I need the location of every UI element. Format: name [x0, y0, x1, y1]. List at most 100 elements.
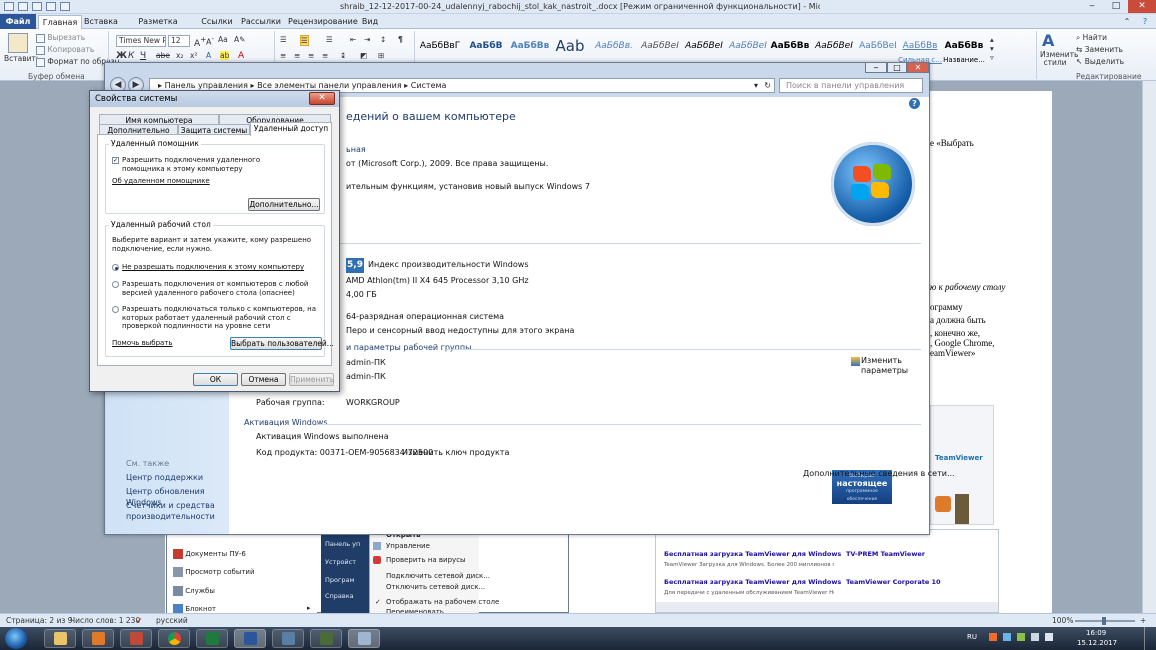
tab-insert[interactable]: Вставка: [84, 15, 118, 29]
rdp-option-radio[interactable]: [112, 306, 119, 313]
change-styles-button[interactable]: Изменить стили: [1040, 51, 1078, 67]
taskbar-control-panel[interactable]: [348, 629, 380, 648]
assist-checkbox-label[interactable]: Разрешить подключения удаленного помощни…: [122, 156, 302, 173]
breadcrumb-item[interactable]: Все элементы панели управления: [257, 81, 402, 90]
clock-time[interactable]: 16:09: [1086, 629, 1106, 637]
save-icon[interactable]: [18, 2, 28, 11]
taskbar-excel[interactable]: [196, 629, 228, 648]
maximize-button[interactable]: □: [1104, 0, 1128, 13]
replace-button[interactable]: ⇆ Заменить: [1076, 45, 1123, 54]
select-button[interactable]: ↖ Выделить: [1076, 57, 1124, 66]
page-count[interactable]: Страница: 2 из 9: [6, 614, 73, 627]
help-icon[interactable]: ?: [1138, 15, 1152, 29]
align-right-icon[interactable]: ≡: [308, 51, 314, 60]
zoom-slider-thumb[interactable]: [1102, 617, 1106, 625]
network-icon[interactable]: [1031, 633, 1039, 641]
breadcrumb-item[interactable]: Система: [411, 81, 447, 90]
change-settings-link[interactable]: Изменить параметры: [861, 356, 913, 376]
cancel-button[interactable]: Отмена: [241, 373, 286, 386]
show-marks-icon[interactable]: ¶: [398, 35, 403, 44]
zoom-in-icon[interactable]: +: [1140, 614, 1146, 627]
taskbar-app[interactable]: [120, 629, 152, 648]
taskbar-explorer[interactable]: [44, 629, 76, 648]
performance-index-link[interactable]: Индекс производительности Windows: [368, 260, 528, 269]
tab-page-layout[interactable]: Разметка страницы: [122, 15, 194, 39]
about-assistance-link[interactable]: Об удаленном помощнике: [112, 177, 210, 186]
tray-app-icon[interactable]: [989, 633, 997, 641]
numbering-icon[interactable]: ☰: [300, 35, 309, 46]
bullets-icon[interactable]: ☰: [280, 35, 287, 44]
help-choose-link[interactable]: Помочь выбрать: [112, 339, 173, 348]
tab-review[interactable]: Рецензирование: [288, 15, 358, 29]
justify-icon[interactable]: ≡: [322, 51, 328, 60]
clear-format-icon[interactable]: A✎: [234, 35, 245, 44]
tab-mailings[interactable]: Рассылки: [240, 15, 282, 29]
start-menu-link[interactable]: Справка: [325, 592, 354, 600]
help-icon[interactable]: ?: [909, 98, 920, 109]
volume-icon[interactable]: [1045, 633, 1053, 641]
font-name-select[interactable]: Times New Rc: [116, 35, 166, 47]
vertical-scrollbar[interactable]: [1142, 81, 1156, 613]
breadcrumb-item[interactable]: Панель управления: [165, 81, 248, 90]
font-color-icon[interactable]: A: [238, 51, 244, 61]
cut-button[interactable]: Вырезать: [36, 33, 85, 43]
taskbar-java[interactable]: [272, 629, 304, 648]
minimize-ribbon-icon[interactable]: ⌃: [1120, 15, 1134, 29]
explorer-maximize-button[interactable]: □: [887, 62, 907, 73]
rdp-option-label[interactable]: Не разрешать подключения к этому компьют…: [122, 263, 317, 272]
show-desktop-button[interactable]: [1144, 627, 1156, 650]
grow-font-icon[interactable]: A+: [194, 35, 206, 49]
start-menu-item[interactable]: Документы ПУ-6: [173, 549, 246, 559]
more-info-link[interactable]: Дополнительные сведения в сети...: [803, 469, 955, 478]
rdp-option-label[interactable]: Разрешать подключаться только с компьюте…: [122, 305, 317, 331]
context-item-disconnect-drive[interactable]: Отключить сетевой диск...: [386, 583, 485, 591]
dropdown-icon[interactable]: ▾: [754, 79, 758, 92]
increase-indent-icon[interactable]: ⇥: [364, 35, 370, 44]
shading-icon[interactable]: ◩: [360, 51, 367, 60]
font-size-select[interactable]: 12: [168, 35, 190, 47]
start-button[interactable]: [5, 628, 27, 649]
zoom-level[interactable]: 100%: [1052, 614, 1073, 627]
proofing-icon[interactable]: ✔: [136, 614, 142, 627]
copy-button[interactable]: Копировать: [36, 45, 94, 55]
rdp-option-radio[interactable]: [112, 281, 119, 288]
select-users-button[interactable]: Выбрать пользователей...: [230, 337, 334, 350]
context-item-show-desktop[interactable]: Отображать на рабочем столе: [386, 598, 499, 606]
paste-icon[interactable]: [8, 33, 28, 53]
apply-button[interactable]: Применить: [289, 373, 334, 386]
tray-app-icon[interactable]: [1003, 633, 1011, 641]
taskbar-media-player[interactable]: [82, 629, 114, 648]
undo-icon[interactable]: [32, 2, 42, 11]
taskbar-word[interactable]: [234, 629, 266, 648]
tab-references[interactable]: Ссылки: [200, 15, 234, 29]
advanced-button[interactable]: Дополнительно...: [248, 198, 320, 211]
word-app-icon[interactable]: [4, 2, 14, 11]
line-spacing-icon[interactable]: ↨: [340, 51, 346, 60]
explorer-minimize-button[interactable]: ‒: [865, 62, 887, 73]
underline-icon[interactable]: Ч: [140, 51, 146, 61]
styles-scroll-icon[interactable]: ▴ ▾ ▿: [990, 35, 994, 62]
paste-button[interactable]: Вставить: [4, 54, 40, 63]
upgrade-link[interactable]: ительным функциям, установив новый выпус…: [346, 182, 590, 191]
start-menu-item[interactable]: Службы: [173, 586, 215, 596]
start-menu-item[interactable]: Просмотр событий: [173, 567, 255, 577]
context-item-scan[interactable]: Проверить на вирусы: [386, 556, 466, 564]
ok-button[interactable]: ОК: [193, 373, 238, 386]
word-count[interactable]: Число слов: 1 230: [70, 614, 140, 627]
style-tile[interactable]: АаБбВв Название...: [942, 39, 986, 65]
redo-icon[interactable]: [46, 2, 56, 11]
tab-remote[interactable]: Удаленный доступ: [250, 122, 332, 136]
performance-score-badge[interactable]: 5,9: [346, 258, 364, 273]
taskbar-task-manager[interactable]: [310, 629, 342, 648]
sidebar-link-performance[interactable]: Счетчики и средства производительности: [126, 500, 226, 522]
highlight-icon[interactable]: ab: [220, 51, 230, 60]
language-status[interactable]: русский: [156, 614, 188, 627]
superscript-icon[interactable]: x²: [190, 51, 197, 60]
align-center-icon[interactable]: ≡: [294, 51, 300, 60]
tab-view[interactable]: Вид: [358, 15, 382, 29]
text-effects-icon[interactable]: A: [206, 51, 211, 60]
decrease-indent-icon[interactable]: ⇤: [350, 35, 356, 44]
italic-icon[interactable]: К: [128, 51, 134, 61]
align-left-icon[interactable]: ≡: [280, 51, 286, 60]
sidebar-link-action-center[interactable]: Центр поддержки: [126, 472, 203, 483]
